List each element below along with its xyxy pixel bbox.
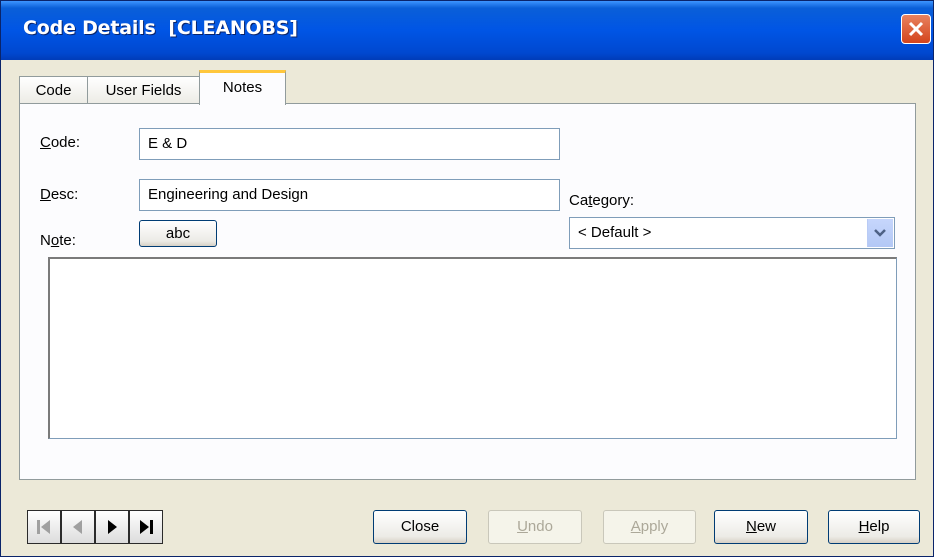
category-label: Category: xyxy=(569,192,635,209)
tab-user-fields[interactable]: User Fields xyxy=(87,76,200,104)
tab-code[interactable]: Code xyxy=(19,76,88,104)
close-button[interactable]: Close xyxy=(373,510,467,544)
undo-button[interactable]: Undo xyxy=(488,510,582,544)
window-close-button[interactable] xyxy=(901,14,931,44)
last-record-button[interactable] xyxy=(129,510,163,544)
notes-tab-panel: Code: E & D Desc: Engineering and Design… xyxy=(19,103,916,480)
title-bar[interactable]: Code Details [CLEANOBS] xyxy=(1,1,933,60)
note-label: Note: xyxy=(40,232,76,249)
next-record-icon xyxy=(108,520,117,534)
dialog-body: Code User Fields Notes Code: E & D Desc:… xyxy=(5,60,930,554)
window-title: Code Details [CLEANOBS] xyxy=(23,17,298,39)
code-details-window: Code Details [CLEANOBS] Code User Fields… xyxy=(0,0,934,557)
note-textarea[interactable] xyxy=(48,257,897,439)
code-field[interactable]: E & D xyxy=(139,128,560,160)
previous-record-icon xyxy=(73,520,82,534)
close-icon xyxy=(908,21,924,37)
first-record-button[interactable] xyxy=(27,510,61,544)
previous-record-button[interactable] xyxy=(61,510,95,544)
last-record-icon xyxy=(140,520,153,534)
category-selected-value: < Default > xyxy=(578,224,652,241)
chevron-down-icon xyxy=(874,229,886,237)
apply-button[interactable]: Apply xyxy=(603,510,696,544)
new-button[interactable]: New xyxy=(714,510,808,544)
spell-check-button[interactable]: abc xyxy=(139,220,217,247)
tab-notes[interactable]: Notes xyxy=(199,70,286,105)
dropdown-toggle[interactable] xyxy=(867,219,893,247)
desc-field[interactable]: Engineering and Design xyxy=(139,179,560,211)
code-label: Code: xyxy=(40,134,81,151)
desc-label: Desc: xyxy=(40,186,79,203)
category-dropdown[interactable]: < Default > xyxy=(569,217,895,249)
first-record-icon xyxy=(37,520,50,534)
help-button[interactable]: Help xyxy=(828,510,920,544)
next-record-button[interactable] xyxy=(95,510,129,544)
